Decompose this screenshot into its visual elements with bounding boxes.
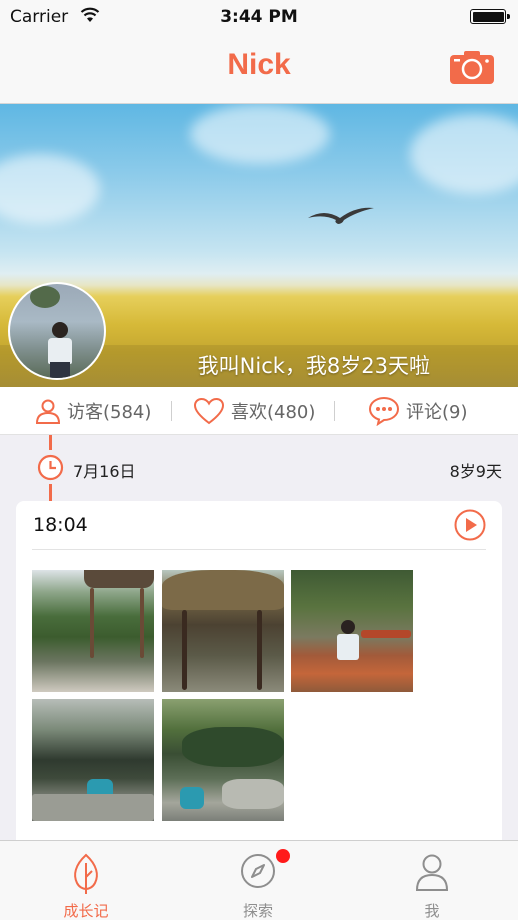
pavilion-pillar <box>257 610 262 690</box>
person-icon <box>415 854 449 891</box>
avatar-kid-legs <box>50 362 70 378</box>
tab-growth[interactable]: 成长记 <box>0 841 172 920</box>
avatar-kid-body <box>48 338 72 364</box>
tab-explore[interactable]: 探索 <box>172 841 344 920</box>
pavilion-pillar <box>140 588 144 658</box>
page-title: Nick <box>227 48 291 81</box>
banner-caption: 我叫Nick，我8岁23天啦 <box>197 354 430 378</box>
photo-thumbnail[interactable] <box>162 570 284 692</box>
pavilion-roof <box>84 570 154 588</box>
battery-icon <box>470 9 510 24</box>
bird-image <box>308 207 374 224</box>
pavilion-pillar <box>90 588 94 658</box>
rocks <box>222 779 284 809</box>
card-divider <box>32 549 486 550</box>
person-icon <box>35 399 61 424</box>
comments-label: 评论(9) <box>406 402 468 423</box>
timeline-date-row: 7月16日 8岁9天 <box>0 448 518 488</box>
tab-growth-label: 成长记 <box>63 902 109 920</box>
status-bar: Carrier 3:44 PM <box>0 0 518 34</box>
divider <box>171 401 172 421</box>
photo-thumbnail[interactable] <box>32 699 154 821</box>
likes-label: 喜欢(480) <box>231 402 316 423</box>
post-card[interactable]: 18:04 <box>16 501 502 861</box>
rocks <box>32 794 154 821</box>
timeline-age: 8岁9天 <box>449 462 502 481</box>
camera-icon[interactable] <box>450 50 494 84</box>
cloud <box>0 154 100 224</box>
tab-bar: 成长记 探索 我 <box>0 840 518 920</box>
cloud <box>190 104 330 164</box>
kid-figure <box>180 787 204 809</box>
kid-figure <box>341 620 355 634</box>
timeline-date: 7月16日 <box>73 462 136 481</box>
clock-icon <box>37 454 64 481</box>
kid-figure-body <box>337 634 359 660</box>
heart-icon <box>193 397 225 425</box>
photo-thumbnail[interactable] <box>32 570 154 692</box>
compass-icon <box>241 854 275 888</box>
avatar[interactable] <box>8 282 106 380</box>
leaf-icon <box>74 853 98 894</box>
comment-bubble-icon <box>368 396 400 426</box>
visitors-stat[interactable]: 访客(584) <box>35 387 151 435</box>
bridge-rail <box>361 630 411 638</box>
pond <box>182 727 284 767</box>
photo-thumbnail[interactable] <box>162 699 284 821</box>
notification-badge <box>276 849 290 863</box>
avatar-kid <box>52 322 68 338</box>
tab-me-label: 我 <box>424 902 440 920</box>
cloud <box>410 114 518 194</box>
nav-bar: Nick <box>0 34 518 104</box>
tab-me[interactable]: 我 <box>346 841 518 920</box>
likes-stat[interactable]: 喜欢(480) <box>193 387 315 435</box>
stats-row: 访客(584) 喜欢(480) 评论(9) <box>0 387 518 435</box>
divider <box>334 401 335 421</box>
visitors-label: 访客(584) <box>67 402 152 423</box>
post-time: 18:04 <box>33 514 88 536</box>
avatar-tree <box>30 286 60 308</box>
play-icon[interactable] <box>454 509 486 541</box>
comments-stat[interactable]: 评论(9) <box>368 387 468 435</box>
thatched-roof <box>162 570 284 610</box>
tab-explore-label: 探索 <box>242 902 273 920</box>
pavilion-pillar <box>182 610 187 690</box>
status-time: 3:44 PM <box>220 7 298 27</box>
photo-thumbnail[interactable] <box>291 570 413 692</box>
